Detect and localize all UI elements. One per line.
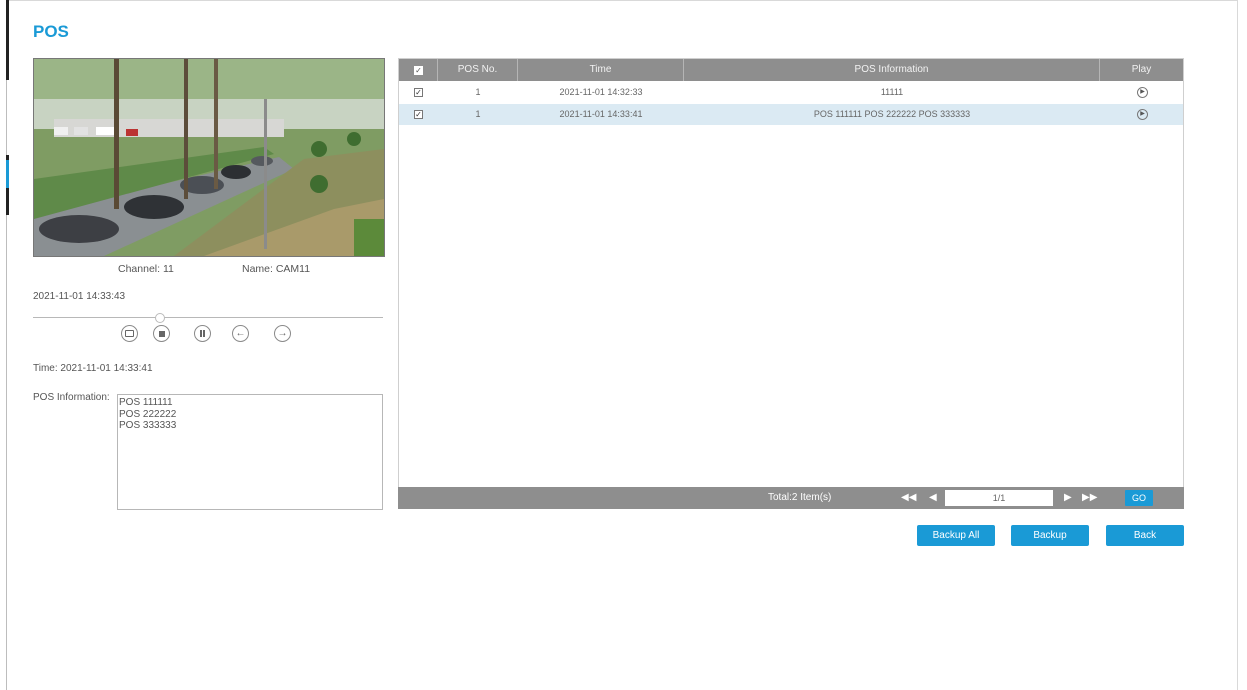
column-header-play: Play xyxy=(1131,64,1152,75)
pos-time-text: Time: 2021-11-01 14:33:41 xyxy=(33,363,153,374)
table-pagination-bar: Total:2 Item(s) ◀◀ ◀ ▶ ▶▶ GO xyxy=(398,487,1184,509)
header-select-all-cell: ✓ xyxy=(399,59,438,81)
go-button[interactable]: GO xyxy=(1125,490,1153,506)
table-row[interactable]: ✓ 1 2021-11-01 14:32:33 11111 ▶ xyxy=(399,82,1183,103)
pos-information-textarea[interactable]: POS 111111 POS 222222 POS 333333 xyxy=(117,394,383,510)
video-preview[interactable] xyxy=(33,58,385,257)
frame-top-border xyxy=(7,0,1238,1)
pos-line: POS 222222 xyxy=(119,408,177,420)
pos-records-table: ✓ POS No. Time POS Information Play ✓ 1 … xyxy=(398,58,1184,508)
back-button[interactable]: Back xyxy=(1106,525,1184,546)
cell-pos-no: 1 xyxy=(475,109,481,119)
pos-information-label: POS Information: xyxy=(33,392,110,403)
pause-button[interactable] xyxy=(194,325,211,342)
snapshot-button[interactable] xyxy=(121,325,138,342)
next-page-icon[interactable]: ▶ xyxy=(1064,492,1072,504)
previous-page-icon[interactable]: ◀ xyxy=(929,492,937,504)
column-header-pos-no[interactable]: POS No. xyxy=(438,59,518,81)
snapshot-icon xyxy=(125,330,134,337)
channel-text: Channel: 11 xyxy=(118,263,174,275)
camera-frame-image xyxy=(34,59,384,256)
stop-button[interactable] xyxy=(153,325,170,342)
pause-icon xyxy=(200,330,205,337)
table-row[interactable]: ✓ 1 2021-11-01 14:33:41 POS 111111 POS 2… xyxy=(399,104,1183,125)
play-icon[interactable]: ▶ xyxy=(1137,109,1148,120)
frame-left-active-indicator xyxy=(6,160,9,188)
first-page-icon[interactable]: ◀◀ xyxy=(901,492,916,504)
column-header-pos-information[interactable]: POS Information xyxy=(684,59,1100,81)
cell-time: 2021-11-01 14:33:41 xyxy=(559,109,643,119)
select-all-checkbox[interactable]: ✓ xyxy=(414,66,423,75)
frame-left-handle xyxy=(6,0,9,80)
backup-all-button[interactable]: Backup All xyxy=(917,525,995,546)
row-checkbox[interactable]: ✓ xyxy=(414,110,423,119)
rewind-icon: ← xyxy=(235,327,246,339)
last-page-icon[interactable]: ▶▶ xyxy=(1082,492,1097,504)
stop-icon xyxy=(158,330,165,337)
forward-icon: → xyxy=(277,327,288,339)
cell-pos-no: 1 xyxy=(475,87,481,97)
backup-button[interactable]: Backup xyxy=(1011,525,1089,546)
row-checkbox[interactable]: ✓ xyxy=(414,88,423,97)
rewind-button[interactable]: ← xyxy=(232,325,249,342)
pos-line: POS 111111 xyxy=(119,397,173,408)
playback-progress-thumb[interactable] xyxy=(155,313,165,323)
playback-timestamp: 2021-11-01 14:33:43 xyxy=(33,291,126,302)
forward-button[interactable]: → xyxy=(274,325,291,342)
play-icon[interactable]: ▶ xyxy=(1137,87,1148,98)
pos-line: POS 333333 xyxy=(119,420,177,431)
total-items-text: Total:2 Item(s) xyxy=(768,492,832,503)
frame-left-border xyxy=(6,0,7,690)
cell-time: 2021-11-01 14:32:33 xyxy=(559,87,643,97)
cell-pos-information: 11111 xyxy=(880,87,904,97)
page-title: POS xyxy=(33,22,69,41)
playback-progress-track[interactable] xyxy=(33,317,383,318)
cell-pos-information: POS 111111 POS 222222 POS 333333 xyxy=(813,109,971,119)
column-header-time[interactable]: Time xyxy=(518,59,684,81)
table-header: ✓ POS No. Time POS Information Play xyxy=(399,59,1183,81)
frame-right-border xyxy=(1237,0,1238,690)
camera-name-text: Name: CAM11 xyxy=(242,263,311,275)
page-number-input[interactable] xyxy=(945,490,1053,506)
